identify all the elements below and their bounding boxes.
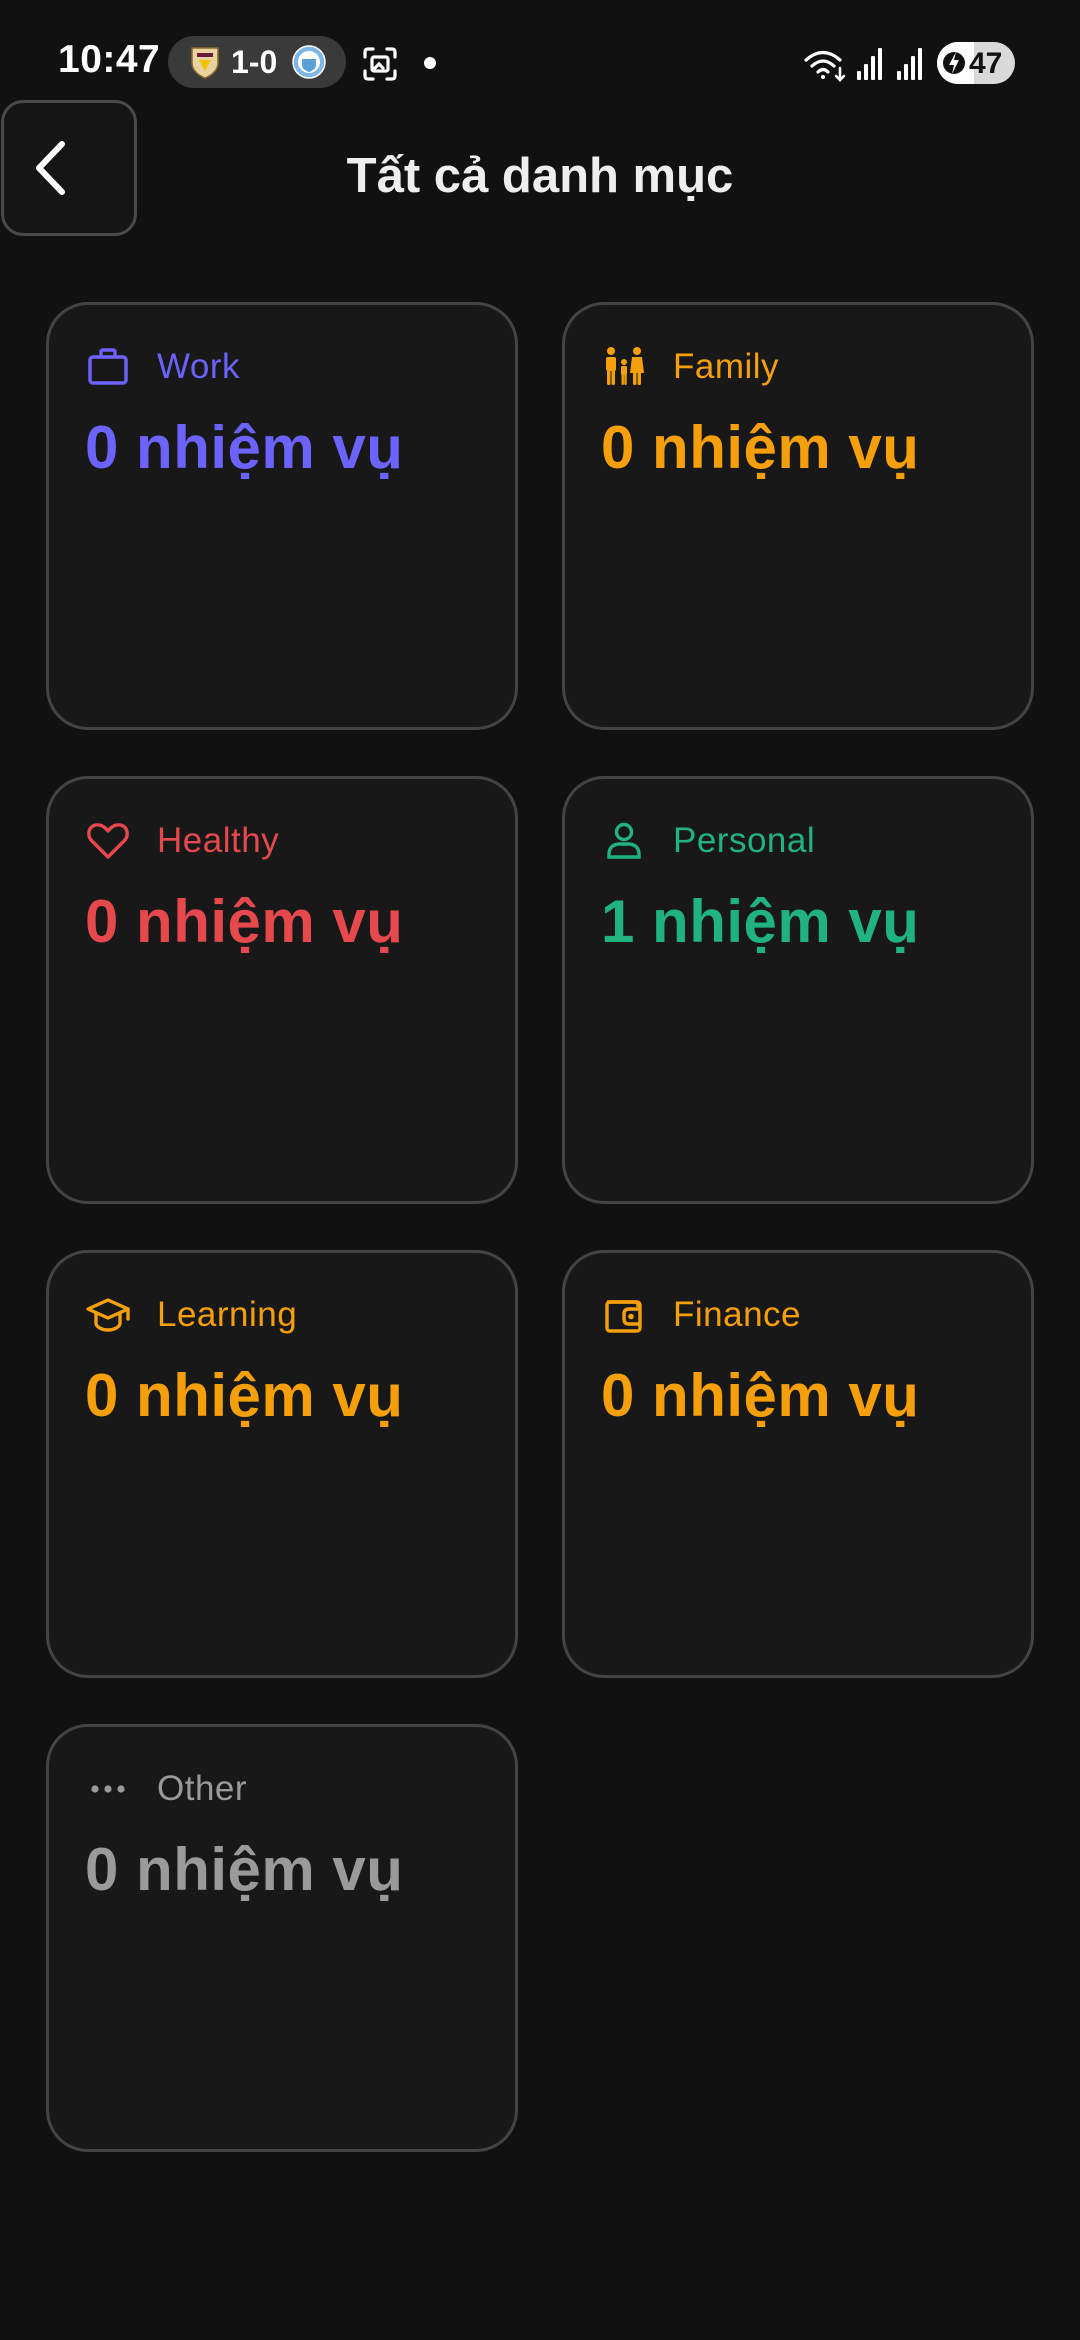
charging-bolt-icon: [943, 52, 965, 74]
battery-percent: 47: [969, 47, 1003, 80]
category-task-count: 0 nhiệm vụ: [85, 414, 404, 481]
category-card-other[interactable]: Other 0 nhiệm vụ: [46, 1724, 518, 2152]
heart-icon: [85, 818, 131, 864]
category-task-count: 0 nhiệm vụ: [85, 1362, 404, 1429]
category-label: Finance: [673, 1295, 802, 1334]
battery-indicator: 47: [937, 42, 1015, 84]
page-title: Tất cả danh mục: [346, 149, 734, 203]
away-team-badge-icon: [292, 45, 326, 79]
family-icon: [601, 344, 647, 390]
briefcase-icon: [85, 344, 131, 390]
category-grid: Work 0 nhiệm vụ Family 0 nhiệm vụ Health…: [46, 302, 1034, 2152]
category-card-personal[interactable]: Personal 1 nhiệm vụ: [562, 776, 1034, 1204]
category-label: Family: [673, 347, 780, 386]
wifi-icon: [804, 50, 846, 82]
category-label: Other: [157, 1769, 248, 1808]
category-card-finance[interactable]: Finance 0 nhiệm vụ: [562, 1250, 1034, 1678]
category-task-count: 1 nhiệm vụ: [601, 888, 920, 955]
match-score: 1-0: [231, 44, 278, 80]
graduation-cap-icon: [85, 1292, 131, 1338]
wallet-icon: [601, 1292, 647, 1338]
signal-icon: [857, 48, 882, 80]
category-label: Work: [157, 347, 241, 386]
category-label: Healthy: [157, 821, 280, 860]
category-label: Personal: [673, 821, 816, 860]
person-icon: [601, 818, 647, 864]
signal-icon-secondary: [897, 48, 922, 80]
category-task-count: 0 nhiệm vụ: [85, 888, 404, 955]
status-bar: 10:47 1-0 47: [0, 0, 1080, 126]
category-task-count: 0 nhiệm vụ: [601, 414, 920, 481]
notification-dot: [424, 57, 436, 69]
more-dots-icon: [85, 1766, 131, 1812]
category-card-learning[interactable]: Learning 0 nhiệm vụ: [46, 1250, 518, 1678]
category-task-count: 0 nhiệm vụ: [85, 1836, 404, 1903]
live-score-pill[interactable]: 1-0: [168, 36, 346, 88]
category-card-family[interactable]: Family 0 nhiệm vụ: [562, 302, 1034, 730]
category-card-work[interactable]: Work 0 nhiệm vụ: [46, 302, 518, 730]
category-task-count: 0 nhiệm vụ: [601, 1362, 920, 1429]
status-time: 10:47: [58, 38, 161, 81]
category-card-healthy[interactable]: Healthy 0 nhiệm vụ: [46, 776, 518, 1204]
screenshot-icon: [363, 47, 397, 81]
category-label: Learning: [157, 1295, 298, 1334]
home-team-badge-icon: [191, 47, 219, 79]
